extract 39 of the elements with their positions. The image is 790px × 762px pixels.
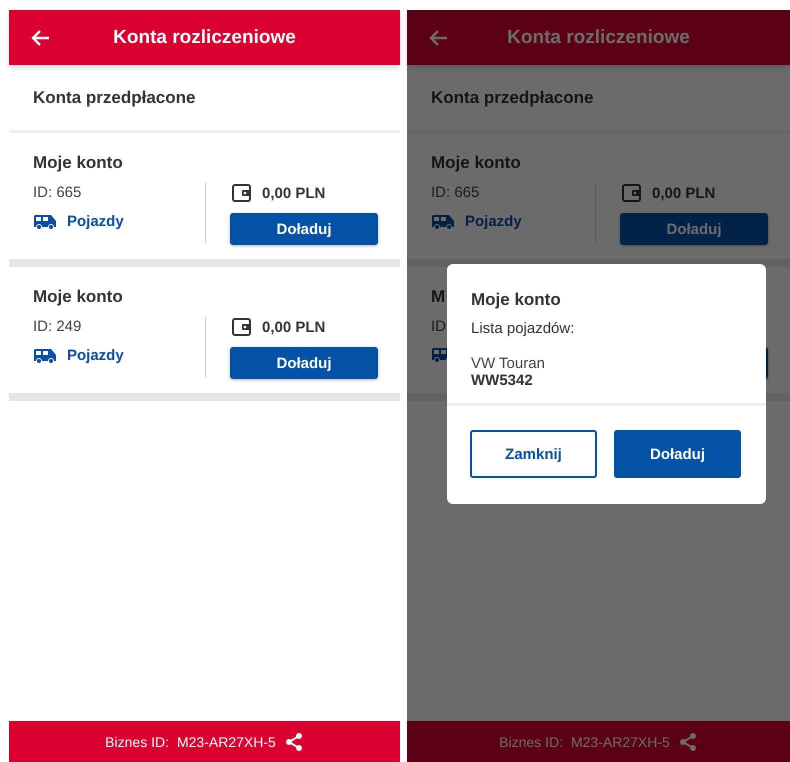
top-up-button[interactable]: Doładuj	[230, 347, 378, 379]
wallet-icon	[232, 318, 252, 336]
account-name: M	[431, 287, 446, 307]
top-up-button[interactable]: Doładuj	[614, 430, 741, 478]
business-id: M23-AR27XH-5	[176, 734, 276, 750]
vehicle-plate: WW5342	[471, 372, 534, 389]
account-name: Moje konto	[431, 153, 521, 173]
header-title: Konta rozliczeniowe	[506, 26, 691, 48]
header-title: Konta rozliczeniowe	[112, 26, 297, 48]
share-icon[interactable]	[284, 732, 304, 752]
bus-icon	[33, 214, 57, 230]
back-arrow-icon[interactable]	[429, 28, 449, 46]
vehicles-link[interactable]: Pojazdy	[33, 347, 181, 364]
business-id-label: Biznes ID:	[499, 734, 563, 750]
account-name: Moje konto	[33, 287, 123, 307]
wallet-icon	[622, 184, 642, 202]
account-name: Moje konto	[33, 153, 123, 173]
section-title: Konta przedpłacone	[9, 65, 400, 133]
account-id: ID: 249	[33, 317, 82, 337]
account-id: ID: 665	[431, 183, 480, 203]
business-id: M23-AR27XH-5	[570, 734, 670, 750]
balance: 0,00 PLN	[652, 184, 716, 202]
account-id: ID	[431, 317, 446, 337]
close-button[interactable]: Zamknij	[470, 430, 597, 478]
business-id-label: Biznes ID:	[105, 734, 169, 750]
account-id: ID: 665	[33, 183, 82, 203]
share-icon[interactable]	[678, 732, 698, 752]
dialog-title: Moje konto	[471, 290, 562, 310]
balance: 0,00 PLN	[262, 184, 326, 202]
bus-icon	[431, 214, 455, 230]
balance: 0,00 PLN	[262, 318, 326, 336]
wallet-icon	[232, 184, 252, 202]
bus-icon	[33, 348, 57, 364]
back-arrow-icon[interactable]	[31, 28, 51, 46]
vehicles-link[interactable]: Pojazdy	[33, 213, 181, 230]
top-up-button[interactable]: Doładuj	[230, 213, 378, 245]
dialog-subtitle: Lista pojazdów:	[471, 320, 576, 337]
vehicle-model: VW Touran	[471, 355, 546, 372]
section-title: Konta przedpłacone	[407, 65, 790, 133]
